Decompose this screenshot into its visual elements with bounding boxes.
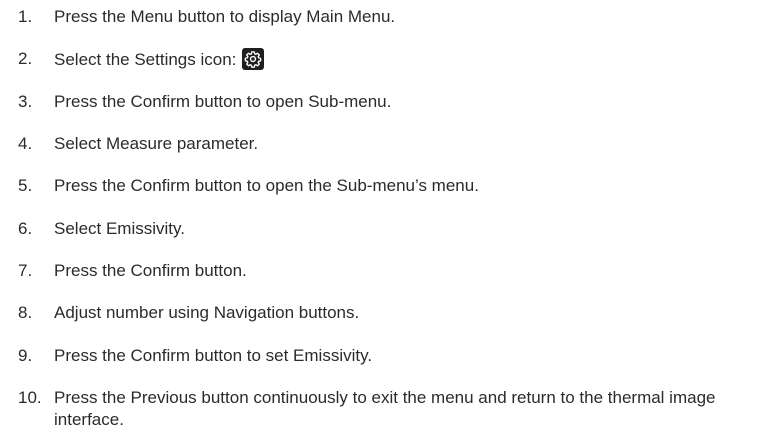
step-number: 2. xyxy=(18,49,33,68)
settings-gear-icon xyxy=(242,48,265,70)
step-number: 8. xyxy=(18,303,33,322)
step-text: Press the Menu button to display Main Me… xyxy=(54,7,396,26)
step-text: Press the Confirm button to open Sub-men… xyxy=(54,92,392,111)
step-text: Press the Confirm button to open the Sub… xyxy=(54,176,479,195)
step-number: 6. xyxy=(18,219,33,238)
step-text: Press the Confirm button. xyxy=(54,261,247,280)
step-text: Press the Confirm button to set Emissivi… xyxy=(54,346,373,365)
step-text: Adjust number using Navigation buttons. xyxy=(54,303,360,322)
step-number: 4. xyxy=(18,134,33,153)
step-number: 9. xyxy=(18,346,33,365)
step-number: 5. xyxy=(18,176,33,195)
step-text: Select Emissivity. xyxy=(54,219,185,238)
step-number: 10. xyxy=(18,388,42,407)
instruction-list: 1. Press the Menu button to display Main… xyxy=(0,0,766,438)
step-number: 7. xyxy=(18,261,33,280)
step-text: Select Measure parameter. xyxy=(54,134,259,153)
step-number: 3. xyxy=(18,92,33,111)
step-number: 1. xyxy=(18,7,33,26)
step-text: Select the Settings icon: xyxy=(54,50,237,69)
step-text: Press the Previous button continuously t… xyxy=(54,388,716,429)
step-text-with-icon: Select the Settings icon: xyxy=(54,48,750,71)
